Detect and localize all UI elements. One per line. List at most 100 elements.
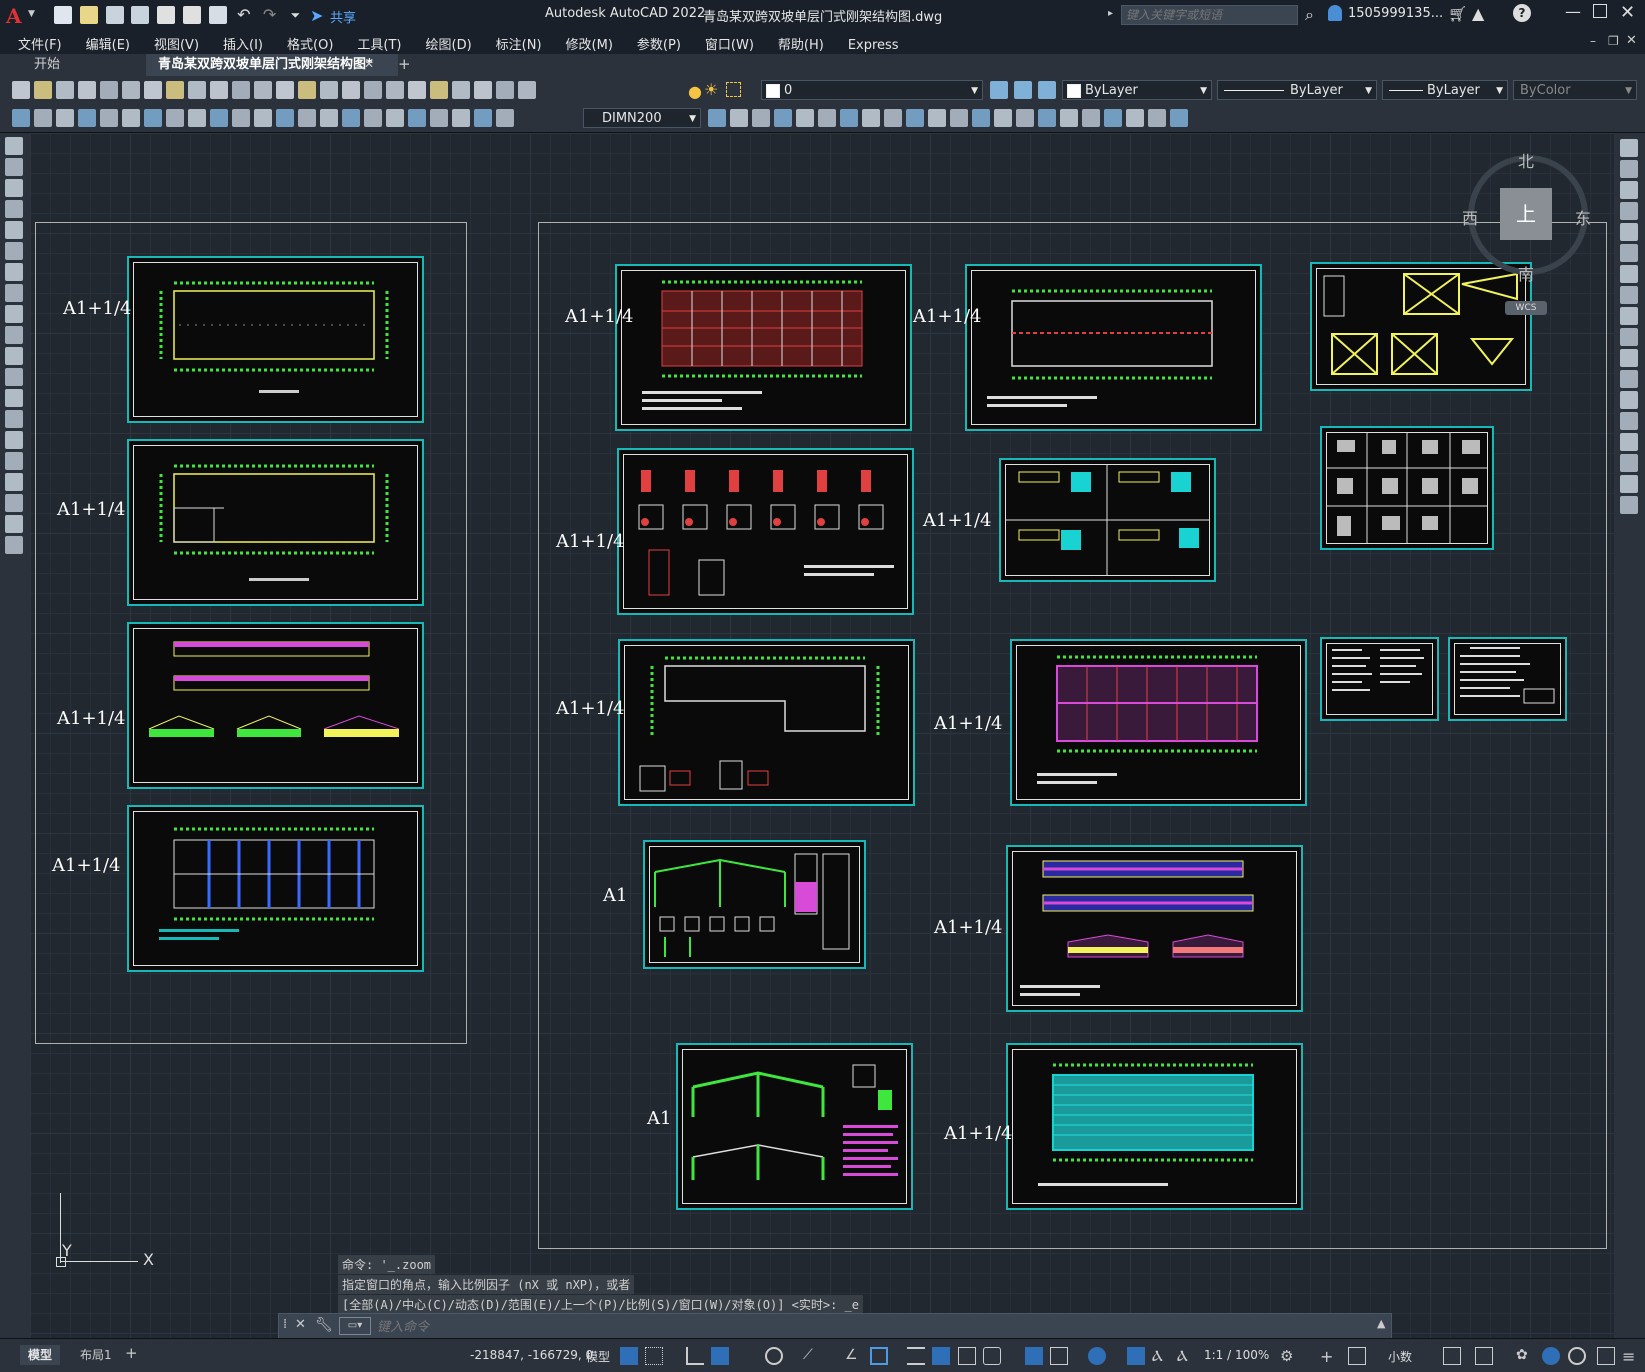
field-icon[interactable] bbox=[1016, 109, 1034, 127]
make-block-icon[interactable] bbox=[5, 389, 23, 407]
tab-close-icon[interactable]: ✕ bbox=[364, 57, 374, 71]
zoom-previous-icon[interactable] bbox=[364, 81, 382, 99]
object-snap-tracking-icon[interactable]: ∠ bbox=[845, 1347, 863, 1365]
tab-model[interactable]: 模型 bbox=[20, 1345, 61, 1365]
isometric-icon[interactable]: ⟋ bbox=[803, 1347, 821, 1365]
dim-aligned-icon[interactable] bbox=[100, 109, 118, 127]
cart-icon[interactable]: 🛒︎ bbox=[1448, 5, 1467, 23]
fillet-icon[interactable] bbox=[1620, 454, 1638, 472]
rotate-icon[interactable] bbox=[1620, 265, 1638, 283]
save-web-icon[interactable] bbox=[183, 6, 202, 24]
command-prompt-icon[interactable]: ▭▾ bbox=[339, 1317, 371, 1335]
markup-icon[interactable] bbox=[474, 81, 492, 99]
polyline-icon[interactable] bbox=[5, 179, 23, 197]
block-edit-icon[interactable] bbox=[862, 109, 880, 127]
drawing-frame[interactable] bbox=[618, 639, 915, 806]
quick-properties-icon[interactable] bbox=[1443, 1347, 1461, 1365]
layer-properties-icon[interactable] bbox=[12, 109, 30, 127]
drawing-frame[interactable] bbox=[999, 458, 1216, 582]
hatch-icon[interactable] bbox=[5, 431, 23, 449]
selection-filter-icon[interactable] bbox=[1050, 1347, 1068, 1365]
group-select-icon[interactable] bbox=[796, 109, 814, 127]
dim-ordinate-icon[interactable] bbox=[144, 109, 162, 127]
annotation-visibility-icon[interactable] bbox=[1127, 1347, 1145, 1365]
menu-item[interactable]: 文件(F) bbox=[6, 30, 74, 53]
publish-icon[interactable] bbox=[122, 81, 140, 99]
minimize-window-icon[interactable]: — bbox=[1565, 2, 1581, 21]
annotation-monitor-icon[interactable]: + bbox=[1320, 1347, 1338, 1366]
menu-item[interactable]: 帮助(H) bbox=[766, 30, 836, 53]
layer-dropdown[interactable]: 0 ▼ bbox=[761, 80, 983, 100]
drawing-frame[interactable] bbox=[643, 840, 866, 969]
jogged-linear-icon[interactable] bbox=[430, 109, 448, 127]
dim-break-icon[interactable] bbox=[342, 109, 360, 127]
layer-state-bulb-icon[interactable]: ● bbox=[688, 82, 702, 101]
lineweight-icon[interactable] bbox=[907, 1347, 925, 1365]
dim-angular-icon[interactable] bbox=[232, 109, 250, 127]
insert-block-icon[interactable] bbox=[5, 368, 23, 386]
dim-continue-icon[interactable] bbox=[298, 109, 316, 127]
annotation-scale-value[interactable]: 1:1 / 100% bbox=[1204, 1348, 1269, 1362]
3d-osnap-icon[interactable] bbox=[983, 1347, 1001, 1365]
image-icon[interactable] bbox=[928, 109, 946, 127]
menu-item[interactable]: 标注(N) bbox=[484, 30, 554, 53]
tab-drawing[interactable]: 青岛某双跨双坡单层门式刚架结构图* bbox=[146, 54, 398, 76]
dimstyle-dropdown[interactable]: DIMN200 ▼ bbox=[583, 108, 701, 128]
offset-icon[interactable] bbox=[1620, 202, 1638, 220]
user-icon[interactable] bbox=[1328, 5, 1342, 21]
isolate-objects-icon[interactable]: ✿ bbox=[1516, 1347, 1534, 1365]
chamfer-icon[interactable] bbox=[1620, 433, 1638, 451]
array-icon[interactable] bbox=[1620, 223, 1638, 241]
doc-minimize-icon[interactable]: – bbox=[1590, 34, 1596, 48]
drawing-frame[interactable] bbox=[127, 622, 424, 789]
dim-jogged-icon[interactable] bbox=[188, 109, 206, 127]
open-file-icon[interactable] bbox=[79, 6, 98, 24]
undo-icon[interactable]: ↶ bbox=[235, 6, 253, 24]
dim-diameter-icon[interactable] bbox=[210, 109, 228, 127]
make-current-layer-icon[interactable] bbox=[990, 81, 1008, 99]
join-icon[interactable] bbox=[1620, 412, 1638, 430]
break-icon[interactable] bbox=[1620, 391, 1638, 409]
drawing-frame[interactable] bbox=[1320, 637, 1439, 721]
app-menu-chevron-icon[interactable]: ▼ bbox=[28, 9, 35, 19]
properties-icon[interactable] bbox=[386, 81, 404, 99]
viewcube-north[interactable]: 北 bbox=[1518, 148, 1534, 172]
qnew-icon[interactable] bbox=[12, 81, 30, 99]
drawing-frame[interactable] bbox=[127, 256, 424, 423]
tab-layout1[interactable]: 布局1 bbox=[72, 1345, 120, 1365]
dim-arc-icon[interactable] bbox=[122, 109, 140, 127]
layer-sun-icon[interactable]: ☀ bbox=[704, 80, 718, 99]
drawing-frame[interactable] bbox=[1448, 637, 1567, 721]
save-icon[interactable] bbox=[105, 6, 124, 24]
gradient-icon[interactable] bbox=[1082, 109, 1100, 127]
group-edit-icon[interactable] bbox=[774, 109, 792, 127]
close-command-icon[interactable]: ✕ bbox=[295, 1317, 306, 1332]
calculator-icon[interactable] bbox=[496, 81, 514, 99]
drawing-frame[interactable] bbox=[615, 264, 912, 431]
color-dropdown[interactable]: ByLayer ▼ bbox=[1062, 80, 1212, 100]
block-insert-icon[interactable] bbox=[818, 109, 836, 127]
save-as-icon[interactable] bbox=[131, 6, 150, 24]
customize-wrench-icon[interactable]: 🔧︎ bbox=[315, 1317, 333, 1333]
explode-icon[interactable] bbox=[1620, 496, 1638, 514]
autodesk-app-icon[interactable]: ▲ bbox=[1472, 4, 1484, 23]
arc-icon[interactable] bbox=[5, 242, 23, 260]
tab-start[interactable]: 开始 bbox=[22, 54, 146, 76]
drawing-frame[interactable] bbox=[1006, 1043, 1303, 1210]
redo-icon[interactable]: ↷ bbox=[261, 6, 279, 24]
add-selected-icon[interactable] bbox=[5, 536, 23, 554]
zoom-realtime-icon[interactable] bbox=[320, 81, 338, 99]
help-icon[interactable]: ? bbox=[1513, 4, 1531, 22]
gradient-icon[interactable] bbox=[5, 452, 23, 470]
wcs-button[interactable]: WCS bbox=[1505, 301, 1547, 315]
viewcube-east[interactable]: 东 bbox=[1575, 205, 1591, 229]
plotstyle-dropdown[interactable]: ByColor ▼ bbox=[1513, 80, 1637, 100]
dim-linear-icon[interactable] bbox=[78, 109, 96, 127]
boundary-icon[interactable] bbox=[1104, 109, 1122, 127]
menu-item[interactable]: 工具(T) bbox=[345, 30, 413, 53]
point-icon[interactable] bbox=[5, 410, 23, 428]
hardware-acceleration-icon[interactable] bbox=[1542, 1347, 1560, 1365]
clip-icon[interactable] bbox=[950, 109, 968, 127]
ungroup-icon[interactable] bbox=[752, 109, 770, 127]
ortho-icon[interactable] bbox=[686, 1347, 704, 1365]
